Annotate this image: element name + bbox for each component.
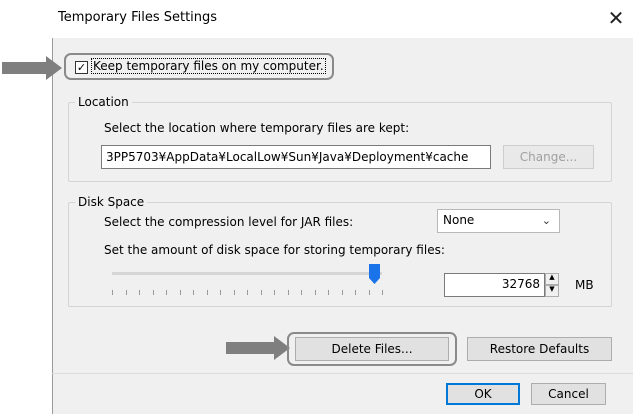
disk-space-group-label: Disk Space: [75, 195, 148, 209]
slider-tick: [166, 290, 167, 295]
slider-tick: [342, 290, 343, 295]
annotation-arrow-top-head: [46, 56, 62, 80]
slider-tick: [355, 290, 356, 295]
keep-files-label[interactable]: Keep temporary files on my computer.: [91, 58, 326, 74]
slider-tick: [207, 290, 208, 295]
slider-tick: [382, 290, 383, 295]
cache-path-field[interactable]: 3PP5703¥AppData¥LocalLow¥Sun¥Java¥Deploy…: [101, 145, 491, 169]
slider-tick: [274, 290, 275, 295]
slider-tick: [126, 290, 127, 295]
slider-tick: [301, 290, 302, 295]
annotation-arrow-top-body: [2, 62, 46, 74]
keep-files-label-text: Keep temporary files on my computer.: [91, 58, 326, 74]
compression-select-value: None: [443, 213, 475, 227]
restore-defaults-button[interactable]: Restore Defaults: [467, 337, 612, 361]
cancel-button[interactable]: Cancel: [531, 383, 606, 405]
compression-label: Select the compression level for JAR fil…: [104, 215, 354, 229]
chevron-down-icon: ⌄: [541, 214, 551, 227]
slider-tick: [112, 290, 113, 295]
slider-tick: [139, 290, 140, 295]
slider-tick: [234, 290, 235, 295]
slider-tick: [193, 290, 194, 295]
slider-tick: [315, 290, 316, 295]
slider-tick: [180, 290, 181, 295]
slider-tick: [247, 290, 248, 295]
disk-space-unit: MB: [575, 278, 594, 292]
ok-button[interactable]: OK: [446, 383, 520, 405]
close-icon[interactable]: ✕: [606, 7, 626, 29]
location-description: Select the location where temporary file…: [104, 121, 410, 135]
disk-space-label: Set the amount of disk space for storing…: [104, 243, 445, 257]
slider-tick: [261, 290, 262, 295]
spin-down-button[interactable]: ▼: [545, 285, 559, 297]
slider-tick: [153, 290, 154, 295]
keep-files-checkbox[interactable]: ✓: [75, 61, 88, 74]
disk-space-slider-track[interactable]: [112, 272, 382, 275]
bottom-divider: [52, 373, 633, 374]
delete-files-button[interactable]: Delete Files...: [295, 337, 449, 361]
disk-space-input[interactable]: 32768: [444, 273, 545, 297]
slider-tick: [220, 290, 221, 295]
location-group: [68, 102, 612, 182]
slider-tick: [369, 290, 370, 295]
window-title: Temporary Files Settings: [58, 10, 218, 25]
change-button[interactable]: Change...: [503, 145, 594, 169]
location-group-label: Location: [75, 95, 132, 109]
annotation-arrow-bottom-body: [226, 342, 274, 354]
slider-tick: [288, 290, 289, 295]
spin-up-button[interactable]: ▲: [545, 273, 559, 285]
slider-tick: [328, 290, 329, 295]
compression-select[interactable]: None ⌄: [437, 209, 560, 233]
